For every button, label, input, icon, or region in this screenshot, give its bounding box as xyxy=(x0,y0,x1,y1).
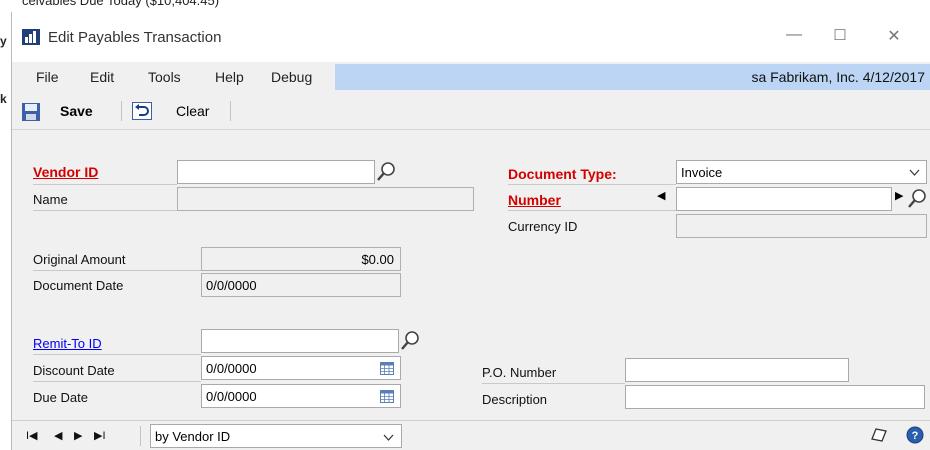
sort-by-value: by Vendor ID xyxy=(155,429,231,444)
app-icon xyxy=(22,29,40,45)
background-char: y xyxy=(0,34,7,48)
minimize-button[interactable]: — xyxy=(772,26,816,48)
po-number-label: P.O. Number xyxy=(482,365,557,380)
discount-date-value: 0/0/0000 xyxy=(206,361,257,376)
remit-to-id-link[interactable]: Remit-To ID xyxy=(33,336,102,351)
footer-bar: I◀ ◀ ▶ ▶I by Vendor ID ? xyxy=(12,420,930,450)
vendor-lookup-icon[interactable] xyxy=(376,160,398,182)
last-record-button[interactable]: ▶I xyxy=(94,429,106,442)
chevron-down-icon xyxy=(909,169,920,176)
maximize-button[interactable]: ☐ xyxy=(818,26,862,48)
window-title: Edit Payables Transaction xyxy=(48,29,222,46)
document-date-label: Document Date xyxy=(33,278,124,293)
edit-payables-window: Edit Payables Transaction — ☐ ✕ File Edi… xyxy=(11,12,930,450)
number-label: Number xyxy=(508,192,561,208)
svg-text:?: ? xyxy=(912,430,919,442)
title-bar: Edit Payables Transaction — ☐ ✕ xyxy=(12,12,930,60)
currency-id-field xyxy=(676,214,927,238)
background-window-text: ceivables Due Today ($10,404.45) xyxy=(22,0,220,8)
discount-date-label: Discount Date xyxy=(33,363,115,378)
row-divider xyxy=(508,210,676,211)
chevron-down-icon xyxy=(383,434,394,441)
toolbar-separator xyxy=(230,101,231,121)
clear-icon[interactable] xyxy=(132,102,152,120)
help-icon[interactable]: ? xyxy=(906,426,924,444)
remit-to-id-input[interactable] xyxy=(201,329,399,353)
document-type-value: Invoice xyxy=(681,165,723,180)
row-divider xyxy=(482,383,625,384)
row-divider xyxy=(33,210,177,211)
po-number-input[interactable] xyxy=(625,358,849,382)
description-input[interactable] xyxy=(625,385,925,409)
row-divider xyxy=(33,184,177,185)
row-divider xyxy=(33,381,201,382)
first-record-button[interactable]: I◀ xyxy=(26,429,38,442)
due-date-value: 0/0/0000 xyxy=(206,389,257,404)
vendor-id-label: Vendor ID xyxy=(33,164,99,180)
calendar-icon[interactable] xyxy=(380,390,394,403)
row-divider xyxy=(33,354,201,355)
number-input[interactable] xyxy=(676,187,892,211)
name-field xyxy=(177,187,474,211)
close-button[interactable]: ✕ xyxy=(872,26,916,48)
document-date-value: 0/0/0000 xyxy=(206,278,257,293)
original-amount-label: Original Amount xyxy=(33,252,126,267)
document-type-select[interactable]: Invoice xyxy=(676,160,927,184)
original-amount-field: $0.00 xyxy=(201,247,401,271)
status-strip: sa Fabrikam, Inc. 4/12/2017 xyxy=(335,64,930,90)
calendar-icon[interactable] xyxy=(380,362,394,375)
row-divider xyxy=(33,270,201,271)
menu-file[interactable]: File xyxy=(36,69,59,85)
currency-id-label: Currency ID xyxy=(508,219,578,234)
background-window-edge: y k xyxy=(0,12,11,450)
form-area: Vendor ID Name Document Type: Invoice Nu… xyxy=(12,130,930,420)
document-type-label: Document Type: xyxy=(508,166,617,182)
clear-button[interactable]: Clear xyxy=(176,103,209,119)
save-icon xyxy=(22,103,40,121)
toolbar-separator xyxy=(121,101,122,121)
previous-record-button[interactable]: ◀ xyxy=(54,429,62,442)
toolbar: Save Clear xyxy=(12,92,930,130)
description-label: Description xyxy=(482,392,548,407)
menu-debug[interactable]: Debug xyxy=(271,69,312,85)
number-prev-arrow[interactable]: ◀ xyxy=(657,189,665,202)
menu-tools[interactable]: Tools xyxy=(148,69,181,85)
next-record-button[interactable]: ▶ xyxy=(74,429,82,442)
footer-separator xyxy=(140,426,141,446)
due-date-label: Due Date xyxy=(33,390,88,405)
vendor-id-input[interactable] xyxy=(177,160,375,184)
user-company-date: sa Fabrikam, Inc. 4/12/2017 xyxy=(751,69,925,85)
document-date-field: 0/0/0000 xyxy=(201,273,401,297)
save-button[interactable]: Save xyxy=(60,103,93,119)
due-date-input[interactable]: 0/0/0000 xyxy=(201,384,401,408)
menu-help[interactable]: Help xyxy=(215,69,244,85)
number-lookup-icon[interactable] xyxy=(907,187,929,209)
number-next-arrow[interactable]: ▶ xyxy=(895,189,903,202)
sort-by-select[interactable]: by Vendor ID xyxy=(150,424,402,448)
note-icon[interactable] xyxy=(870,427,888,443)
original-amount-value: $0.00 xyxy=(361,252,394,267)
background-char: k xyxy=(0,92,7,106)
remit-to-lookup-icon[interactable] xyxy=(400,329,422,351)
discount-date-input[interactable]: 0/0/0000 xyxy=(201,356,401,380)
background-window-strip: ceivables Due Today ($10,404.45) xyxy=(0,0,930,12)
menu-edit[interactable]: Edit xyxy=(90,69,114,85)
name-label: Name xyxy=(33,192,68,207)
row-divider xyxy=(508,184,676,185)
